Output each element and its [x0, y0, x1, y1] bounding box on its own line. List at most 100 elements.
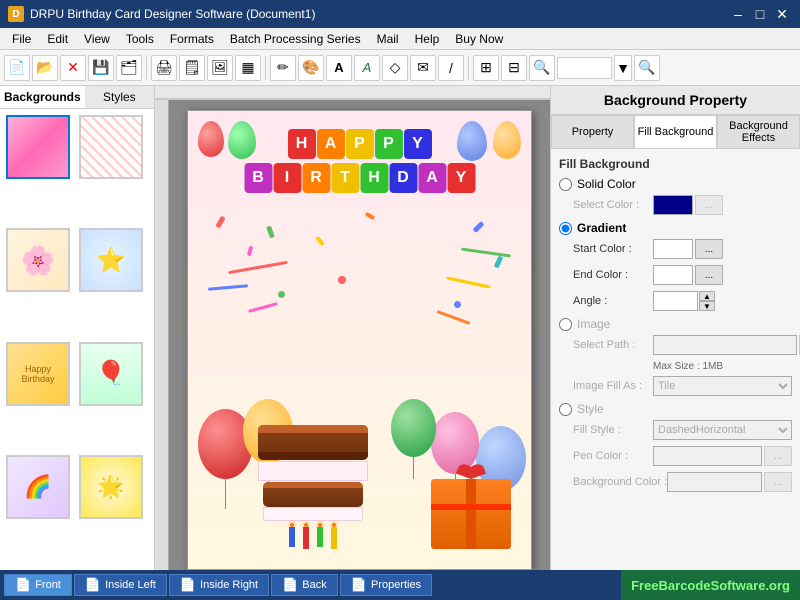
- bg-thumb-2[interactable]: [79, 115, 143, 179]
- solid-color-label[interactable]: Solid Color: [577, 177, 636, 191]
- bg-thumb-3[interactable]: 🌸: [6, 228, 70, 292]
- bg-color-browse-btn[interactable]: ...: [764, 472, 792, 492]
- gradient-label[interactable]: Gradient: [577, 221, 626, 235]
- shape-button[interactable]: ◇: [382, 55, 408, 81]
- angle-label: Angle :: [573, 295, 653, 307]
- pen-color-browse-btn[interactable]: ...: [764, 446, 792, 466]
- style-radio[interactable]: [559, 403, 572, 416]
- right-panel-tabs: Property Fill Background Background Effe…: [551, 115, 800, 149]
- end-color-box[interactable]: [653, 265, 693, 285]
- start-color-box[interactable]: [653, 239, 693, 259]
- delete-button[interactable]: ✕: [60, 55, 86, 81]
- tab-background-effects[interactable]: Background Effects: [717, 115, 800, 148]
- right-panel-content: Fill Background Solid Color Select Color…: [551, 149, 800, 570]
- tab-backgrounds[interactable]: Backgrounds: [0, 86, 85, 108]
- angle-down-btn[interactable]: ▼: [699, 301, 715, 311]
- menu-view[interactable]: View: [76, 30, 118, 48]
- tab-back[interactable]: 📄 Back: [271, 574, 338, 596]
- tab-inside-left[interactable]: 📄 Inside Left: [74, 574, 167, 596]
- symbol-button[interactable]: ✉: [410, 55, 436, 81]
- bg-color-box[interactable]: [667, 472, 762, 492]
- minimize-button[interactable]: –: [728, 4, 748, 24]
- menu-file[interactable]: File: [4, 30, 39, 48]
- menu-buy[interactable]: Buy Now: [447, 30, 511, 48]
- menu-tools[interactable]: Tools: [118, 30, 162, 48]
- tab-inside-right[interactable]: 📄 Inside Right: [169, 574, 269, 596]
- solid-color-radio[interactable]: [559, 178, 572, 191]
- angle-up-btn[interactable]: ▲: [699, 291, 715, 301]
- inside-left-icon: 📄: [85, 577, 101, 593]
- bg-thumb-5[interactable]: HappyBirthday: [6, 342, 70, 406]
- bg-thumb-6[interactable]: 🎈: [79, 342, 143, 406]
- paint-button[interactable]: 🎨: [298, 55, 324, 81]
- gift-box: [431, 479, 511, 549]
- image-label[interactable]: Image: [577, 317, 610, 331]
- bg-thumb-7[interactable]: 🌈: [6, 455, 70, 519]
- tab-styles[interactable]: Styles: [85, 86, 154, 108]
- bg-thumb-4[interactable]: ⭐: [79, 228, 143, 292]
- menu-help[interactable]: Help: [407, 30, 448, 48]
- menu-mail[interactable]: Mail: [369, 30, 407, 48]
- tab-properties-label: Properties: [371, 579, 421, 591]
- line-button[interactable]: /: [438, 55, 464, 81]
- tab-property[interactable]: Property: [551, 115, 634, 148]
- close-button[interactable]: ✕: [772, 4, 792, 24]
- angle-input[interactable]: 359: [653, 291, 698, 311]
- draw-button[interactable]: ✏: [270, 55, 296, 81]
- zoom-dropdown-button[interactable]: ▼: [614, 55, 632, 81]
- image-button[interactable]: 🖼: [207, 55, 233, 81]
- solid-color-box[interactable]: [653, 195, 693, 215]
- pen-color-box[interactable]: [653, 446, 762, 466]
- zoom-in-button[interactable]: 🔍: [529, 55, 555, 81]
- table-button[interactable]: ⊞: [473, 55, 499, 81]
- wordart-button[interactable]: A: [354, 55, 380, 81]
- select-color-label: Select Color :: [573, 199, 653, 211]
- birthday-banner: B I R T H D A Y: [244, 163, 475, 193]
- image-fill-as-label: Image Fill As :: [573, 380, 653, 392]
- layout-button[interactable]: ⊟: [501, 55, 527, 81]
- toolbar-sep3: [468, 56, 469, 80]
- new-button[interactable]: 📄: [4, 55, 30, 81]
- menu-formats[interactable]: Formats: [162, 30, 222, 48]
- inside-right-icon: 📄: [180, 577, 196, 593]
- canvas-card: H A P P Y B I R T H D A Y: [187, 110, 532, 570]
- solid-color-browse-btn[interactable]: ...: [695, 195, 723, 215]
- menu-batch[interactable]: Batch Processing Series: [222, 30, 369, 48]
- ruler-vertical: [155, 100, 169, 570]
- bg-thumb-1[interactable]: [6, 115, 70, 179]
- save-button[interactable]: 💾: [88, 55, 114, 81]
- start-color-browse-btn[interactable]: ...: [695, 239, 723, 259]
- solid-color-row: Solid Color: [559, 177, 792, 191]
- print-button[interactable]: 🖨: [151, 55, 177, 81]
- toolbar-sep1: [146, 56, 147, 80]
- canvas-area[interactable]: H A P P Y B I R T H D A Y: [155, 86, 550, 570]
- zoom-out-button[interactable]: 🔍: [634, 55, 660, 81]
- end-color-browse-btn[interactable]: ...: [695, 265, 723, 285]
- start-color-label: Start Color :: [573, 243, 653, 255]
- barcode-button[interactable]: ▦: [235, 55, 261, 81]
- image-radio[interactable]: [559, 318, 572, 331]
- zoom-input[interactable]: 150%: [557, 57, 612, 79]
- text-button[interactable]: A: [326, 55, 352, 81]
- bottom-logo[interactable]: FreeBarcodeSoftware.org: [621, 570, 800, 600]
- fill-style-select[interactable]: DashedHorizontal: [653, 420, 792, 440]
- open-button[interactable]: 📂: [32, 55, 58, 81]
- start-color-row: Start Color : ...: [559, 239, 792, 259]
- gradient-radio[interactable]: [559, 222, 572, 235]
- pen-color-row: Pen Color : ...: [559, 446, 792, 466]
- pen-color-label: Pen Color :: [573, 450, 653, 462]
- menu-edit[interactable]: Edit: [39, 30, 76, 48]
- bg-thumb-8[interactable]: 🌟: [79, 455, 143, 519]
- tab-front[interactable]: 📄 Front: [4, 574, 72, 596]
- print-preview-button[interactable]: 🗒: [179, 55, 205, 81]
- maximize-button[interactable]: □: [750, 4, 770, 24]
- select-path-input[interactable]: [653, 335, 797, 355]
- tab-front-label: Front: [35, 579, 61, 591]
- properties-icon: 📄: [351, 577, 367, 593]
- menu-bar: File Edit View Tools Formats Batch Proce…: [0, 28, 800, 50]
- tab-properties[interactable]: 📄 Properties: [340, 574, 432, 596]
- save-as-button[interactable]: 🗂: [116, 55, 142, 81]
- style-label[interactable]: Style: [577, 402, 604, 416]
- image-fill-select[interactable]: Tile Stretch Center: [653, 376, 792, 396]
- tab-fill-background[interactable]: Fill Background: [634, 115, 717, 148]
